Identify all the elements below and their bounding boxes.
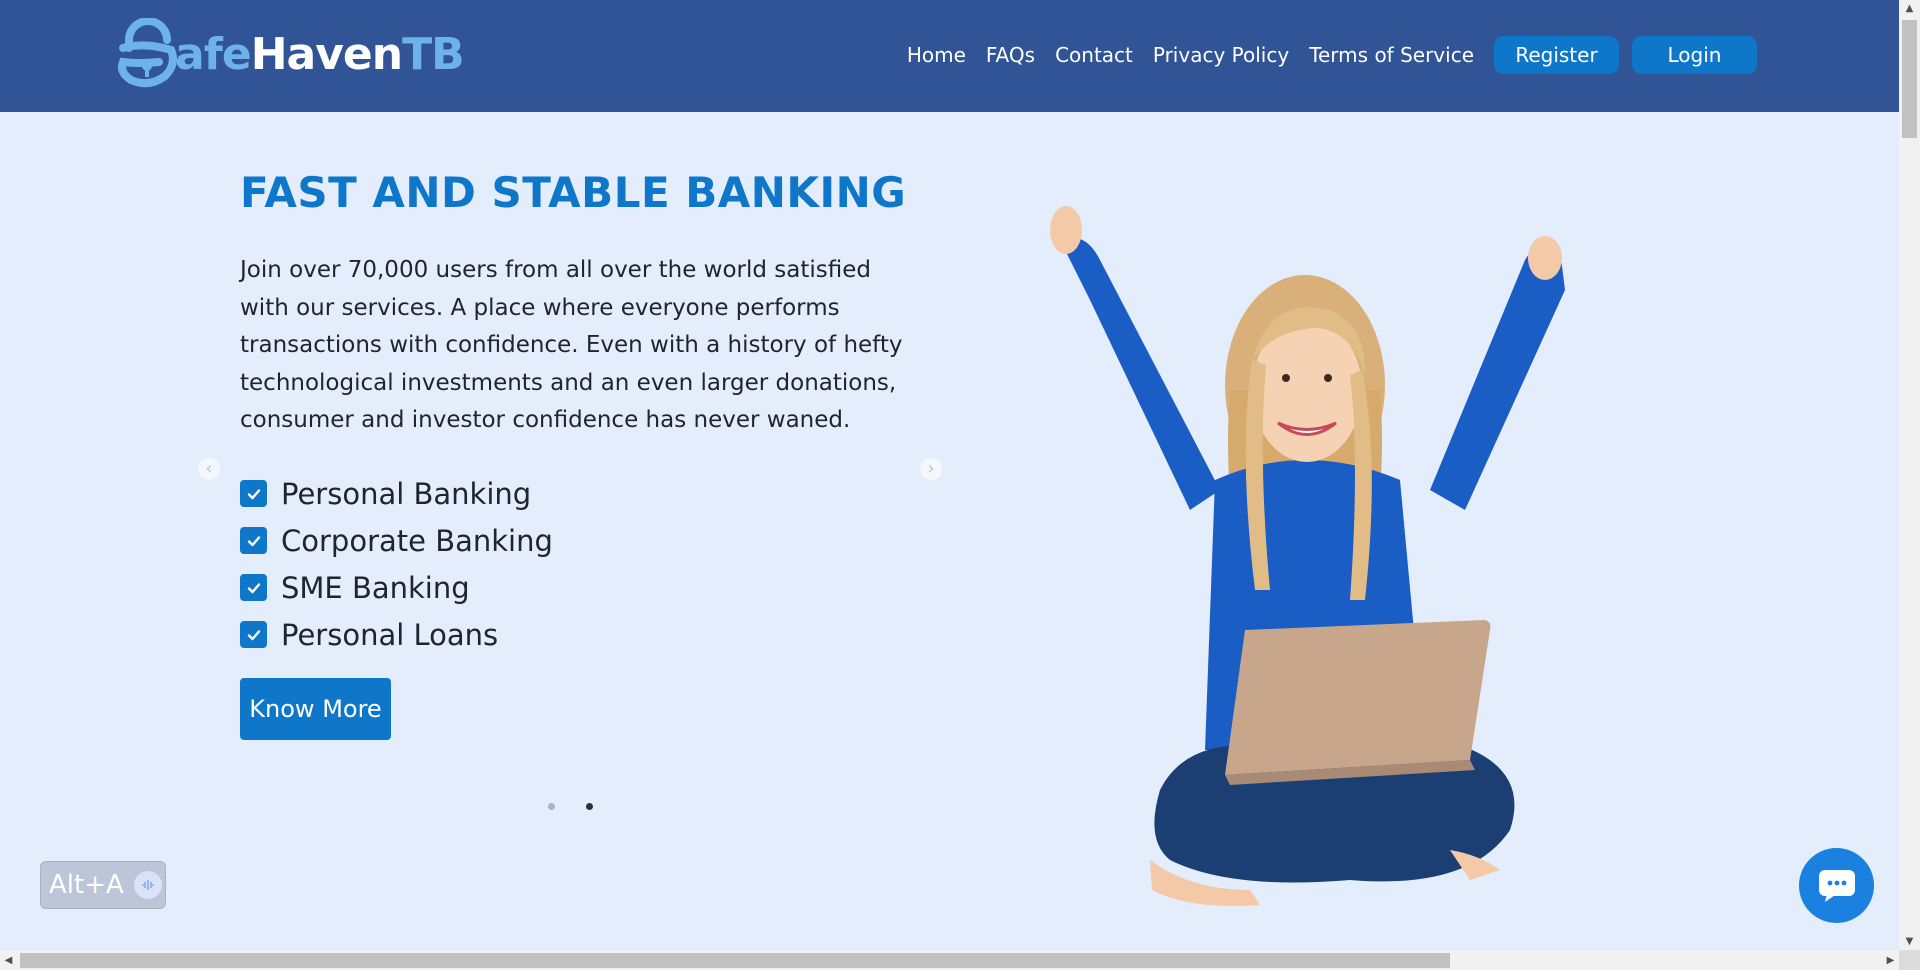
nav-link-privacy-policy[interactable]: Privacy Policy [1153, 36, 1289, 74]
nav-link-terms-of-service[interactable]: Terms of Service [1309, 36, 1474, 74]
brand-name-haven: Haven [250, 28, 403, 80]
login-button[interactable]: Login [1632, 36, 1757, 74]
feature-item: Corporate Banking [240, 517, 553, 564]
know-more-button[interactable]: Know More [240, 678, 391, 740]
scroll-left-arrow-icon[interactable]: ◀ [0, 950, 17, 970]
carousel-dot-1[interactable] [548, 803, 555, 810]
vertical-scrollbar[interactable]: ▲ ▼ [1899, 0, 1920, 950]
brand-logo[interactable]: afeHavenTB [115, 18, 465, 90]
accessibility-shortcut-widget[interactable]: Alt+A [40, 861, 166, 909]
nav-link-contact[interactable]: Contact [1055, 36, 1133, 74]
brand-name-tb: TB [402, 28, 465, 80]
scrollbar-corner [1899, 950, 1920, 970]
scroll-down-arrow-icon[interactable]: ▼ [1899, 933, 1920, 950]
horizontal-scroll-thumb[interactable] [20, 953, 1450, 968]
woman-with-laptop-illustration [1050, 206, 1565, 906]
carousel-next-arrow-icon[interactable]: › [920, 458, 942, 480]
hero-description: Join over 70,000 users from all over the… [240, 257, 903, 433]
brand-name-safe: afe [175, 28, 252, 80]
nav-link-home[interactable]: Home [907, 36, 966, 74]
feature-label: SME Banking [281, 570, 470, 605]
feature-label: Personal Banking [281, 476, 532, 511]
feature-item: Personal Loans [240, 611, 553, 658]
carousel-indicators [548, 803, 624, 810]
register-button[interactable]: Register [1494, 36, 1619, 74]
vertical-scroll-thumb[interactable] [1902, 20, 1917, 138]
feature-label: Personal Loans [281, 617, 499, 652]
feature-item: Personal Banking [240, 470, 553, 517]
checkbox-checked-icon [240, 480, 267, 507]
nav-link-faqs[interactable]: FAQs [986, 36, 1035, 74]
carousel-prev-arrow-icon[interactable]: ‹ [198, 458, 220, 480]
checkbox-checked-icon [240, 527, 267, 554]
chat-button[interactable] [1799, 848, 1874, 923]
hero-title: FAST AND STABLE BANKING [240, 168, 907, 217]
chat-bubble-icon [1818, 869, 1855, 902]
feature-item: SME Banking [240, 564, 553, 611]
carousel-dot-2[interactable] [586, 803, 593, 810]
scroll-up-arrow-icon[interactable]: ▲ [1899, 0, 1920, 17]
checkbox-checked-icon [240, 574, 267, 601]
horizontal-scrollbar[interactable]: ◀ ▶ [0, 950, 1899, 970]
hero-image [1030, 190, 1590, 914]
checkbox-checked-icon [240, 621, 267, 648]
feature-list: Personal Banking Corporate Banking SME B… [240, 470, 553, 658]
scroll-right-arrow-icon[interactable]: ▶ [1882, 950, 1899, 970]
feature-label: Corporate Banking [281, 523, 553, 558]
navbar: afeHavenTB Home FAQs Contact Privacy Pol… [0, 0, 1899, 112]
alt-shortcut-label: Alt+A [49, 870, 124, 900]
audio-wave-icon [133, 871, 162, 899]
brand-name: afeHavenTB [175, 28, 465, 80]
main-nav: Home FAQs Contact Privacy Policy Terms o… [887, 36, 1757, 74]
lock-icon [118, 18, 177, 88]
